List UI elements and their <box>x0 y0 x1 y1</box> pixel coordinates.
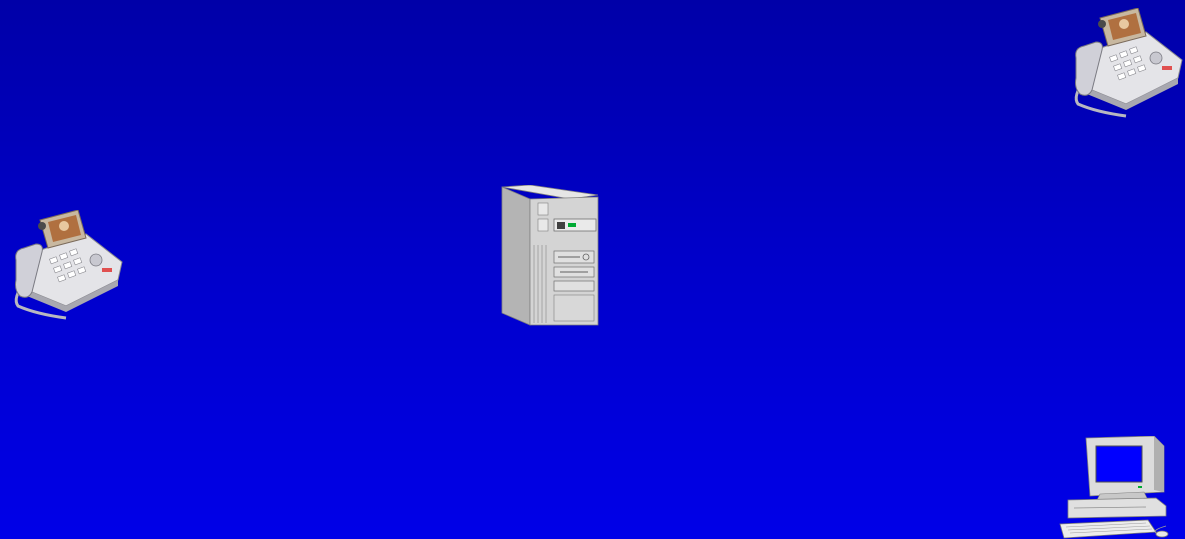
video-phone-left <box>6 210 124 322</box>
server-tower <box>500 185 600 327</box>
diagram-canvas <box>0 0 1185 539</box>
server-tower-icon <box>501 185 599 326</box>
video-phone-icon <box>14 210 123 320</box>
video-phone-top-right <box>1066 8 1184 120</box>
video-phone-icon <box>1074 8 1183 118</box>
desktop-computer-icon <box>1059 436 1169 539</box>
desktop-computer <box>1056 436 1174 539</box>
